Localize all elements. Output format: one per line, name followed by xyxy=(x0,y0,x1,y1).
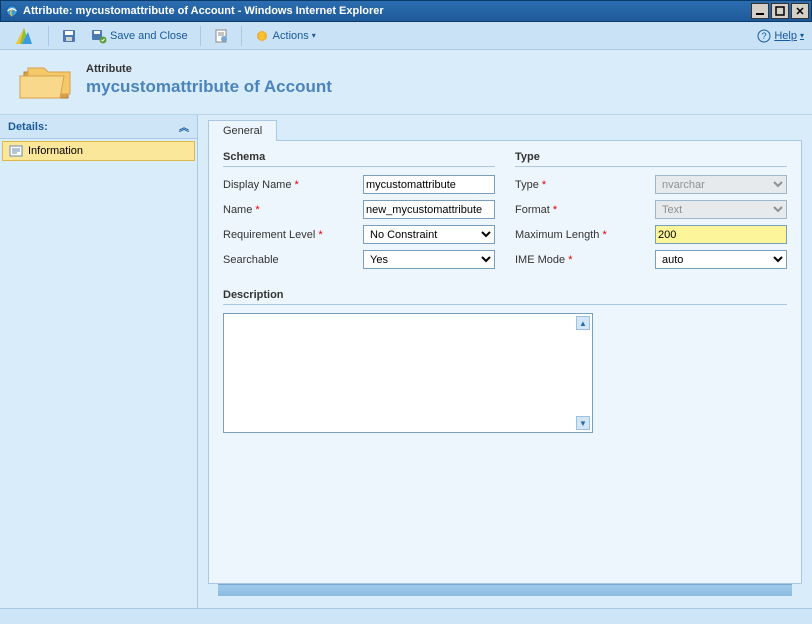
main-panel: General Schema Display Name * Name * xyxy=(198,115,812,608)
toolbar-separator xyxy=(200,26,201,46)
maximize-button[interactable] xyxy=(771,3,789,19)
requirement-level-select[interactable]: No Constraint xyxy=(363,225,495,244)
save-close-icon xyxy=(91,28,107,44)
crm-logo-icon xyxy=(12,24,36,48)
type-title: Type xyxy=(515,151,787,167)
description-section: Description ▲ ▼ xyxy=(223,289,787,433)
name-label: Name * xyxy=(223,204,363,216)
sidebar-item-label: Information xyxy=(28,145,83,157)
display-name-input[interactable] xyxy=(363,175,495,194)
help-link[interactable]: ? Help ▾ xyxy=(757,29,804,43)
content-area: Details: ︽ Information General Schema Di… xyxy=(0,115,812,608)
properties-button[interactable] xyxy=(209,26,233,46)
toolbar-separator xyxy=(241,26,242,46)
help-label: Help xyxy=(774,30,797,42)
page-title: mycustomattribute of Account xyxy=(86,77,332,97)
sidebar: Details: ︽ Information xyxy=(0,115,198,608)
actions-icon xyxy=(254,28,270,44)
requirement-level-label: Requirement Level * xyxy=(223,229,363,241)
save-and-close-button[interactable]: Save and Close xyxy=(87,26,192,46)
scroll-up-button[interactable]: ▲ xyxy=(576,316,590,330)
toolbar: Save and Close Actions ▾ ? Help ▾ xyxy=(0,22,812,50)
sidebar-section-header[interactable]: Details: ︽ xyxy=(0,115,197,139)
folder-icon xyxy=(18,58,74,102)
save-icon xyxy=(61,28,77,44)
properties-icon xyxy=(213,28,229,44)
ime-mode-label: IME Mode * xyxy=(515,254,655,266)
type-section: Type Type * nvarchar Format * xyxy=(515,151,787,275)
chevron-down-icon: ▾ xyxy=(800,31,804,40)
page-header: Attribute mycustomattribute of Account xyxy=(0,50,812,115)
chevron-down-icon: ▾ xyxy=(312,31,316,40)
minimize-button[interactable] xyxy=(751,3,769,19)
description-title: Description xyxy=(223,289,787,305)
save-close-label: Save and Close xyxy=(110,30,188,42)
sidebar-item-information[interactable]: Information xyxy=(2,141,195,161)
max-length-label: Maximum Length * xyxy=(515,229,655,241)
format-label: Format * xyxy=(515,204,655,216)
description-textarea[interactable]: ▲ ▼ xyxy=(223,313,593,433)
searchable-select[interactable]: Yes xyxy=(363,250,495,269)
scroll-down-button[interactable]: ▼ xyxy=(576,416,590,430)
schema-title: Schema xyxy=(223,151,495,167)
tab-label: General xyxy=(223,125,262,137)
searchable-label: Searchable xyxy=(223,254,363,266)
window-titlebar: Attribute: mycustomattribute of Account … xyxy=(0,0,812,22)
svg-text:?: ? xyxy=(762,31,767,41)
window-title: Attribute: mycustomattribute of Account … xyxy=(23,5,751,17)
ime-mode-select[interactable]: auto xyxy=(655,250,787,269)
help-icon: ? xyxy=(757,29,771,43)
page-kicker: Attribute xyxy=(86,63,332,75)
actions-menu[interactable]: Actions ▾ xyxy=(250,26,320,46)
type-label: Type * xyxy=(515,179,655,191)
format-select: Text xyxy=(655,200,787,219)
status-bar xyxy=(218,584,792,596)
name-input[interactable] xyxy=(363,200,495,219)
close-button[interactable] xyxy=(791,3,809,19)
ie-icon xyxy=(5,4,19,18)
window-controls xyxy=(751,3,809,19)
tab-general[interactable]: General xyxy=(208,120,277,141)
tab-strip: General xyxy=(208,119,802,140)
sidebar-section-label: Details: xyxy=(8,121,48,133)
footer-bar xyxy=(0,608,812,624)
toolbar-separator xyxy=(48,26,49,46)
schema-section: Schema Display Name * Name * Requirement… xyxy=(223,151,495,275)
form-body: Schema Display Name * Name * Requirement… xyxy=(208,140,802,584)
document-icon xyxy=(9,145,23,157)
max-length-input[interactable] xyxy=(655,225,787,244)
chevron-up-icon: ︽ xyxy=(179,119,189,134)
display-name-label: Display Name * xyxy=(223,179,363,191)
type-select: nvarchar xyxy=(655,175,787,194)
save-button[interactable] xyxy=(57,26,81,46)
actions-label: Actions xyxy=(273,30,309,42)
